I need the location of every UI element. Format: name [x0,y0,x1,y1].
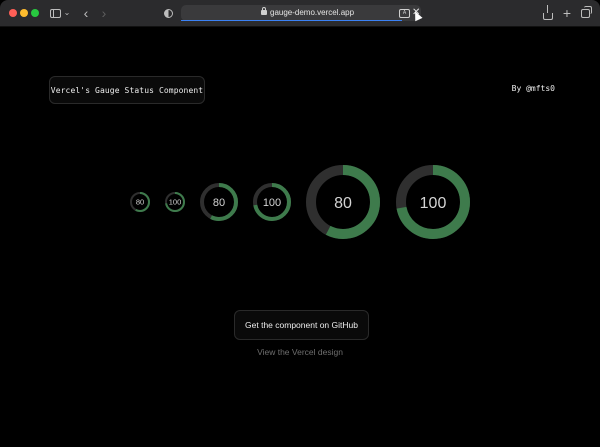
gauge-value-label: 80 [334,195,352,212]
author-credit[interactable]: By @mfts0 [495,84,555,93]
gauge-value-label: 80 [213,197,225,209]
github-button[interactable]: Get the component on GitHub [234,310,369,340]
tab-overview-icon[interactable] [580,5,592,20]
gauge-svg: 100 [165,192,185,212]
gauge-tiny-100: 100 [165,192,185,212]
gauge-large-80: 80 [306,165,380,239]
browser-toolbar: ⌄ ‹ › gauge-demo.vercel.app A ✕ + [0,0,600,27]
back-button[interactable]: ‹ [81,6,91,20]
gauge-value-label: 100 [263,197,281,209]
vercel-design-link[interactable]: View the Vercel design [220,347,380,357]
chevron-down-icon[interactable]: ⌄ [63,6,71,20]
gauge-svg: 100 [253,183,291,221]
gauge-small-100: 100 [253,183,291,221]
gauge-large-100: 100 [396,165,470,239]
gauge-svg: 80 [306,165,380,239]
gauge-value-label: 100 [169,198,182,207]
privacy-report-icon[interactable] [163,6,173,20]
sidebar-icon[interactable] [49,6,61,20]
gauge-svg: 80 [200,183,238,221]
gauge-value-label: 80 [136,198,144,207]
page-load-progress [181,19,402,21]
translate-icon[interactable]: A [399,9,410,18]
gauge-svg: 80 [130,192,150,212]
zoom-window-button[interactable] [31,9,39,17]
page-title: Vercel's Gauge Status Component [50,85,204,95]
gauge-tiny-80: 80 [130,192,150,212]
forward-button[interactable]: › [99,6,109,20]
gauge-value-label: 100 [420,195,447,212]
address-bar[interactable]: gauge-demo.vercel.app A ✕ [181,5,421,21]
page-title-badge: Vercel's Gauge Status Component [49,76,205,104]
gauge-svg: 100 [396,165,470,239]
share-icon[interactable] [543,4,553,20]
new-tab-button[interactable]: + [562,6,572,20]
close-window-button[interactable] [9,9,17,17]
minimize-window-button[interactable] [20,9,28,17]
gauge-small-80: 80 [200,183,238,221]
browser-window: ⌄ ‹ › gauge-demo.vercel.app A ✕ + Vercel… [0,0,600,447]
url-text[interactable]: gauge-demo.vercel.app [270,7,354,19]
lock-icon [261,7,267,15]
